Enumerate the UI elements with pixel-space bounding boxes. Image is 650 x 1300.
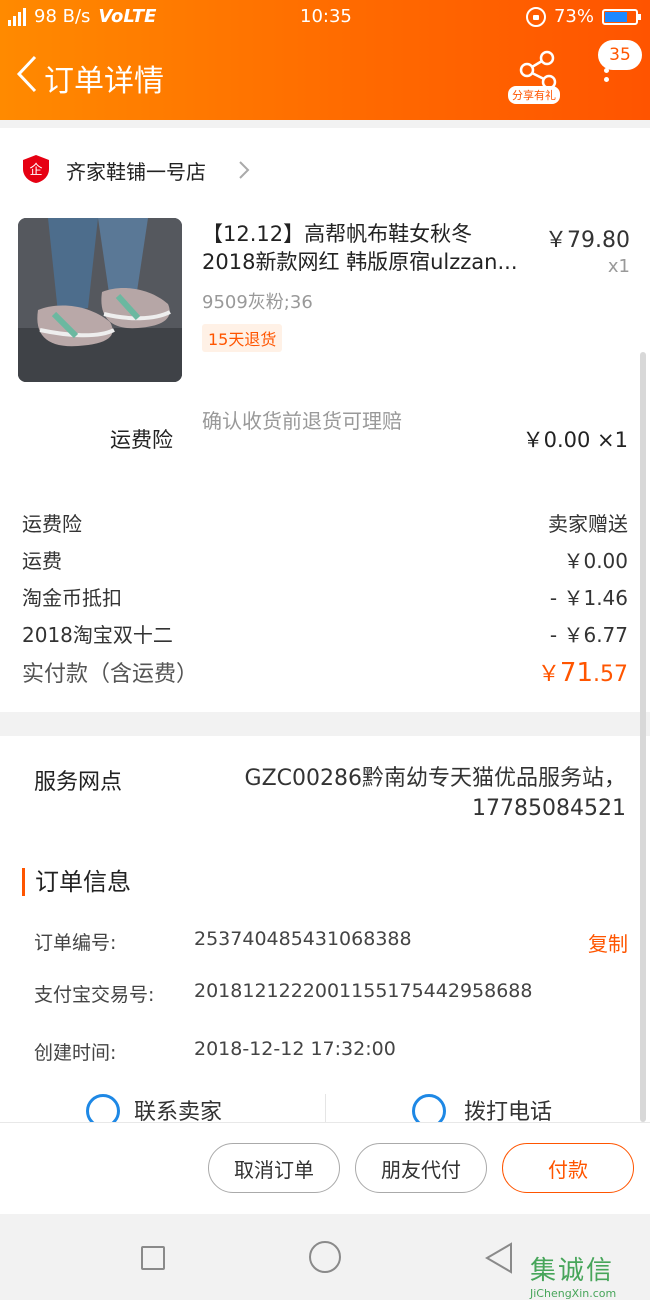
header-bar: 98 B/s VoLTE 10:35 73% 订单详情 分享有礼 35 xyxy=(0,0,650,120)
copy-button[interactable]: 复制 xyxy=(588,928,628,957)
shipping-insurance-row: 运费险 确认收货前退货可理赔 ￥0.00 ×1 xyxy=(0,394,650,494)
battery-percent: 73% xyxy=(553,6,594,27)
alipay-trade-number: 2018121222001155175442958688 xyxy=(194,980,533,1002)
watermark-logo: 集诚信 JiChengXin.com xyxy=(530,1250,648,1300)
bottom-action-bar: 取消订单 朋友代付 付款 xyxy=(0,1122,650,1214)
chat-icon xyxy=(86,1094,120,1122)
share-button[interactable]: 分享有礼 xyxy=(508,50,564,104)
rotation-lock-icon xyxy=(525,6,546,27)
fee-label: 淘金币抵扣 xyxy=(22,586,122,610)
service-value: GZC00286黔南幼专天猫优品服务站， 17785084521 xyxy=(196,764,626,824)
product-title-line1: 【12.12】高帮帆布鞋女秋冬 xyxy=(202,222,473,246)
product-quantity: x1 xyxy=(607,256,630,277)
back-button[interactable] xyxy=(14,54,40,94)
fee-row: 2018淘宝双十二 - ￥6.77 xyxy=(22,619,628,655)
info-label: 支付宝交易号: xyxy=(34,984,155,1006)
total-label: 实付款（含运费） xyxy=(22,662,199,687)
system-back-button[interactable] xyxy=(484,1242,514,1274)
created-time: 2018-12-12 17:32:00 xyxy=(194,1038,396,1060)
share-label: 分享有礼 xyxy=(508,86,560,104)
call-phone-label: 拨打电话 xyxy=(464,1100,553,1122)
call-phone-button[interactable]: 拨打电话 xyxy=(412,1094,552,1122)
total-currency: ￥ xyxy=(537,662,560,687)
more-dots-icon xyxy=(592,68,620,82)
info-label: 订单编号: xyxy=(34,932,117,954)
insurance-desc: 确认收货前退货可理赔 xyxy=(202,409,402,433)
signal-icon xyxy=(8,7,26,26)
product-title: 【12.12】高帮帆布鞋女秋冬 2018新款网红 韩版原宿ulzzan... xyxy=(202,220,542,276)
service-value-line2: 17785084521 xyxy=(472,796,626,821)
status-bar: 98 B/s VoLTE 10:35 73% xyxy=(0,0,650,34)
network-speed: 98 B/s xyxy=(34,6,91,27)
service-station-row: 服务网点 GZC00286黔南幼专天猫优品服务站， 17785084521 xyxy=(0,736,650,846)
divider xyxy=(325,1094,326,1122)
product-price: ￥79.80 xyxy=(545,228,630,253)
order-item[interactable]: 【12.12】高帮帆布鞋女秋冬 2018新款网红 韩版原宿ulzzan... ￥… xyxy=(0,216,650,394)
share-icon xyxy=(519,50,557,90)
contact-seller-button[interactable]: 联系卖家 xyxy=(86,1094,222,1122)
friend-pay-button[interactable]: 朋友代付 xyxy=(355,1143,487,1193)
fee-label: 运费 xyxy=(22,549,62,573)
home-button[interactable] xyxy=(309,1241,341,1273)
watermark-cn: 集诚信 xyxy=(530,1256,615,1286)
shop-name: 齐家鞋铺一号店 xyxy=(66,160,206,184)
phone-icon xyxy=(412,1094,446,1122)
fee-summary: 运费险 卖家赠送 运费 ￥0.00 淘金币抵扣 - ￥1.46 2018淘宝双十… xyxy=(0,494,650,712)
product-title-line2: 2018新款网红 韩版原宿ulzzan... xyxy=(202,250,518,274)
recent-apps-button[interactable] xyxy=(141,1246,165,1270)
watermark-en: JiChengXin.com xyxy=(530,1287,617,1300)
chevron-left-icon xyxy=(16,55,37,93)
page-title: 订单详情 xyxy=(44,64,164,99)
info-label: 创建时间: xyxy=(34,1042,117,1064)
service-label: 服务网点 xyxy=(34,770,123,795)
fee-value: - ￥1.46 xyxy=(549,586,628,610)
service-value-line1: GZC00286黔南幼专天猫优品服务站， xyxy=(244,766,626,791)
fee-value: - ￥6.77 xyxy=(549,623,628,647)
insurance-label: 运费险 xyxy=(110,428,173,452)
fee-label: 2018淘宝双十二 xyxy=(22,623,173,647)
svg-text:企: 企 xyxy=(29,162,42,178)
order-number: 253740485431068388 xyxy=(194,928,412,950)
message-badge: 35 xyxy=(598,40,642,70)
total-integer: 71 xyxy=(559,658,593,688)
contact-seller-label: 联系卖家 xyxy=(134,1100,223,1122)
pay-button[interactable]: 付款 xyxy=(502,1143,634,1193)
shop-row[interactable]: 企 齐家鞋铺一号店 xyxy=(0,128,650,216)
scrollbar[interactable] xyxy=(640,352,646,1122)
nav-bar: 订单详情 分享有礼 35 xyxy=(0,40,650,112)
total-decimal: .57 xyxy=(593,662,628,687)
total-amount: ￥71.57 xyxy=(538,656,628,692)
fee-label: 运费险 xyxy=(22,512,82,536)
fee-row: 运费险 卖家赠送 xyxy=(22,508,628,544)
insurance-value: ￥0.00 ×1 xyxy=(522,428,628,452)
volte-label: VoLTE xyxy=(98,6,157,27)
fee-row: 运费 ￥0.00 xyxy=(22,545,628,581)
order-info-section: 订单信息 订单编号: 253740485431068388 复制 支付宝交易号:… xyxy=(0,846,650,1122)
fee-value: ￥0.00 xyxy=(563,549,628,573)
product-image xyxy=(18,218,182,382)
return-policy-tag: 15天退货 xyxy=(202,324,283,352)
total-row: 实付款（含运费） ￥71.57 xyxy=(22,656,628,692)
cancel-order-button[interactable]: 取消订单 xyxy=(208,1143,340,1193)
product-sku: 9509灰粉;36 xyxy=(202,292,313,313)
clock: 10:35 xyxy=(300,6,352,27)
battery-icon xyxy=(602,8,641,25)
section-title: 订单信息 xyxy=(22,868,131,896)
chevron-right-icon xyxy=(239,161,250,179)
shop-logo-icon: 企 xyxy=(23,155,49,183)
fee-value: 卖家赠送 xyxy=(548,512,628,536)
fee-row: 淘金币抵扣 - ￥1.46 xyxy=(22,582,628,618)
